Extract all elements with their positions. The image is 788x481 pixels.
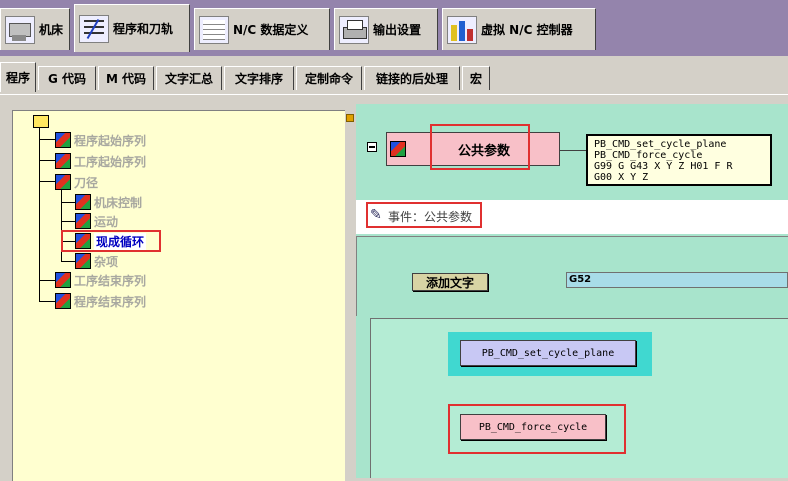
preview-line: G00 X Y Z [594, 172, 649, 183]
tree-item-miscellaneous[interactable]: 杂项 [75, 252, 118, 270]
tree-item-machine-control[interactable]: 机床控制 [75, 193, 142, 211]
subtab-word-sequencing[interactable]: 文字排序 [224, 66, 294, 90]
subtab-g-code[interactable]: G 代码 [38, 66, 96, 90]
main-tab-strip: 机床 程序和刀轨 N/C 数据定义 输出设置 虚拟 N/C 控制器 [0, 0, 788, 56]
tree-item-toolpath[interactable]: 刀径 [55, 173, 98, 191]
block-highlight [448, 404, 626, 454]
tree-item-label: 机床控制 [94, 195, 143, 210]
tree-item-label: 工序结束序列 [74, 273, 147, 288]
tree-item-motion[interactable]: 运动 [75, 212, 118, 230]
controller-icon [447, 15, 477, 44]
tab-nc-data-definition[interactable]: N/C 数据定义 [194, 8, 330, 50]
event-cube-icon [75, 213, 91, 229]
tab-output-settings-label: 输出设置 [373, 23, 422, 37]
tab-output-settings[interactable]: 输出设置 [334, 8, 438, 50]
event-editor-panel: 公共参数 PB_CMD_set_cycle_plane PB_CMD_force… [356, 104, 788, 478]
tree-item-label: 杂项 [94, 254, 119, 269]
tab-machine-label: 机床 [39, 23, 64, 37]
word-select-field[interactable]: G52 [566, 272, 788, 288]
event-cube-icon [390, 141, 406, 157]
event-cube-icon [55, 272, 71, 288]
block-preview: PB_CMD_set_cycle_plane PB_CMD_force_cycl… [586, 134, 772, 186]
tab-nc-data-definition-label: N/C 数据定义 [233, 23, 309, 37]
program-toolpath-icon [79, 14, 109, 43]
tab-virtual-nc-controller[interactable]: 虚拟 N/C 控制器 [442, 8, 596, 50]
tree-item-operation-end[interactable]: 工序结束序列 [55, 271, 146, 289]
subtab-m-code[interactable]: M 代码 [98, 66, 154, 90]
folder-icon[interactable] [33, 115, 49, 128]
block-set-cycle-plane[interactable]: PB_CMD_set_cycle_plane [460, 340, 636, 366]
event-label-highlight [366, 202, 482, 228]
subtab-word-summary[interactable]: 文字汇总 [156, 66, 222, 90]
tab-virtual-nc-controller-label: 虚拟 N/C 控制器 [481, 23, 573, 37]
panel-splitter[interactable] [346, 104, 354, 478]
machine-icon [5, 15, 35, 44]
tree-item-label: 程序结束序列 [74, 294, 147, 309]
tree-item-operation-start[interactable]: 工序起始序列 [55, 152, 146, 170]
header-highlight [430, 124, 530, 170]
collapse-toggle[interactable] [367, 142, 377, 152]
tree-item-program-end[interactable]: 程序结束序列 [55, 292, 146, 310]
data-table-icon [199, 15, 229, 44]
event-cube-icon [75, 194, 91, 210]
event-tree-panel: 程序起始序列 工序起始序列 刀径 机床控制 运动 现成循环 杂项 工序结束序列 … [12, 110, 345, 481]
printer-icon [339, 15, 369, 44]
preview-line: PB_CMD_set_cycle_plane [594, 139, 727, 150]
selection-highlight [61, 230, 161, 252]
subtab-custom-command[interactable]: 定制命令 [296, 66, 362, 90]
tree-item-program-start[interactable]: 程序起始序列 [55, 131, 146, 149]
tree-item-label: 工序起始序列 [74, 154, 147, 169]
event-cube-icon [55, 293, 71, 309]
event-cube-icon [55, 174, 71, 190]
tree-line [39, 127, 40, 301]
tab-program-toolpath-label: 程序和刀轨 [113, 22, 174, 36]
splitter-handle[interactable] [346, 114, 354, 122]
subtab-macro[interactable]: 宏 [462, 66, 490, 90]
tree-item-label: 刀径 [74, 175, 99, 190]
event-cube-icon [75, 253, 91, 269]
tree-item-label: 运动 [94, 214, 119, 229]
add-word-button[interactable]: 添加文字 [412, 273, 488, 291]
event-cube-icon [55, 153, 71, 169]
subtab-program[interactable]: 程序 [0, 62, 36, 92]
tab-program-toolpath[interactable]: 程序和刀轨 [74, 4, 190, 52]
tree-item-label: 程序起始序列 [74, 133, 147, 148]
event-cube-icon [55, 132, 71, 148]
subtab-linked-posts[interactable]: 链接的后处理 [364, 66, 460, 90]
preview-line: PB_CMD_force_cycle [594, 150, 703, 161]
tab-machine[interactable]: 机床 [0, 8, 70, 50]
sub-tab-strip: 程序 G 代码 M 代码 文字汇总 文字排序 定制命令 链接的后处理 宏 [0, 58, 788, 95]
preview-line: G99 G G43 X Y Z H01 F R [594, 161, 733, 172]
